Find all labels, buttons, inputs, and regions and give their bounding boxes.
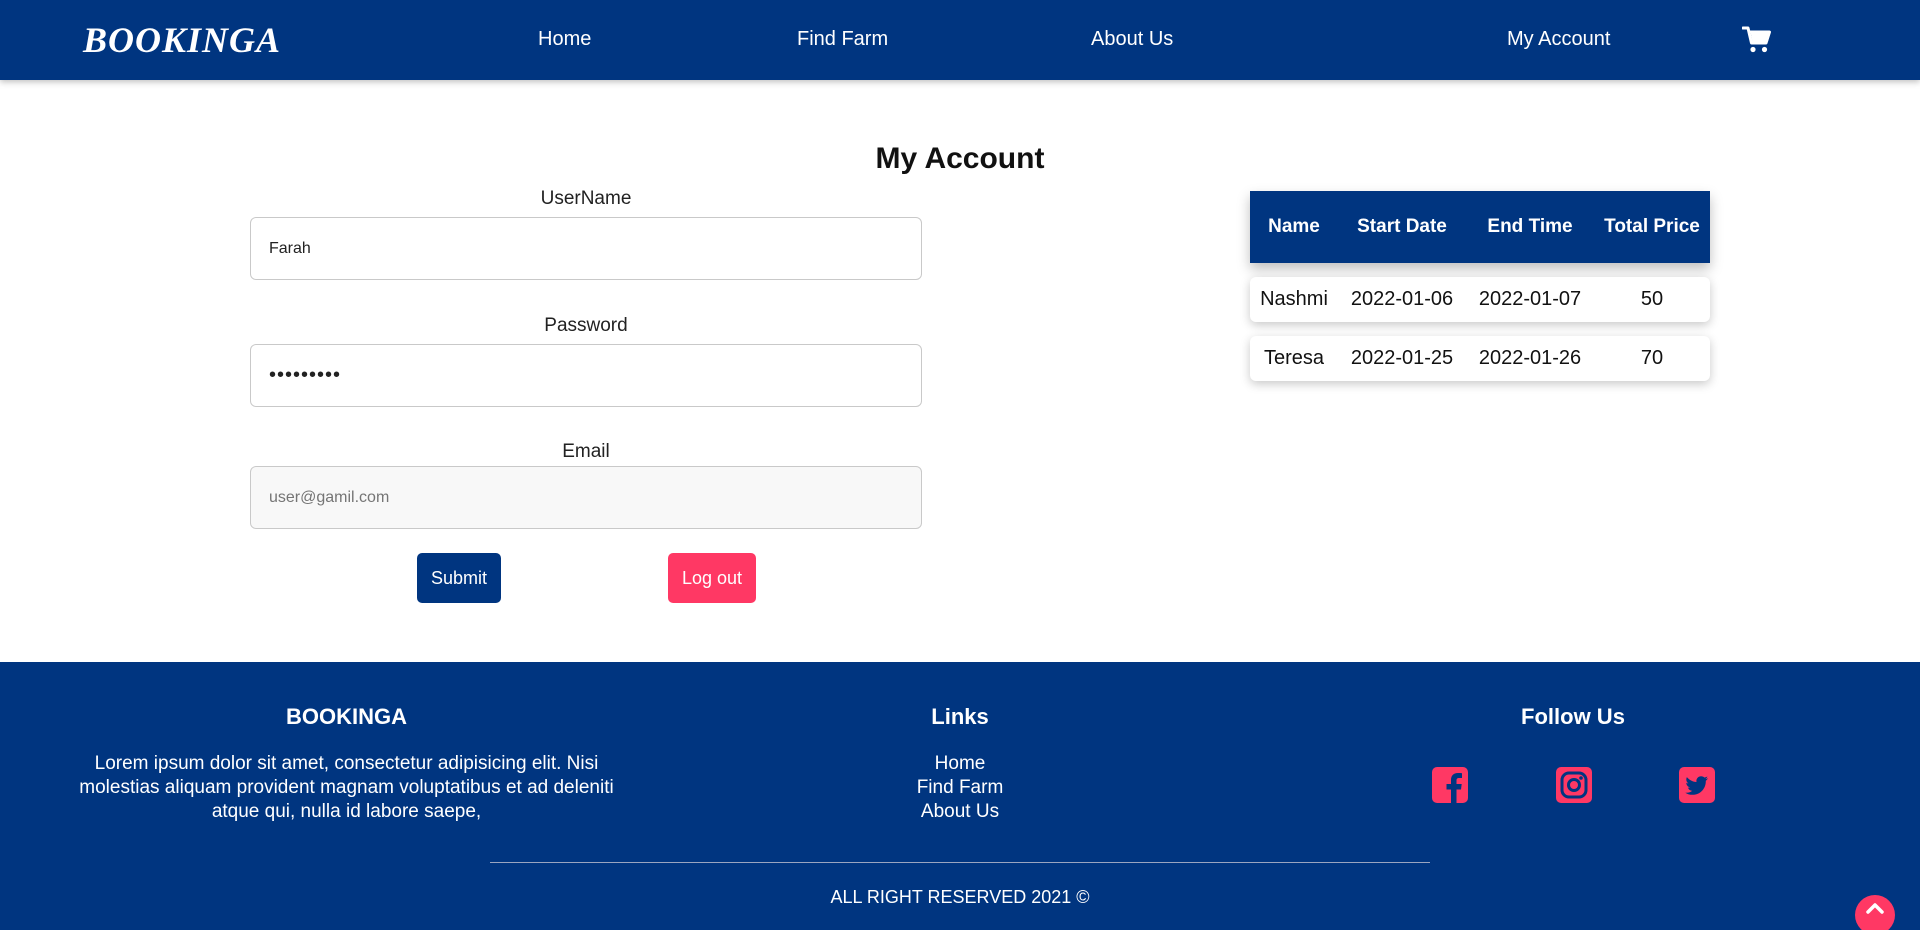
nav-link-about-us[interactable]: About Us — [1091, 28, 1173, 51]
username-label: UserName — [540, 188, 632, 209]
nav-link-my-account[interactable]: My Account — [1507, 28, 1610, 51]
footer-link-find-farm[interactable]: Find Farm — [760, 776, 1160, 800]
cell-name: Nashmi — [1260, 288, 1328, 310]
table-row: Nashmi 2022-01-06 2022-01-07 50 — [1250, 277, 1710, 322]
twitter-icon[interactable] — [1679, 767, 1715, 803]
header-end-time: End Time — [1487, 216, 1573, 237]
nav-link-home[interactable]: Home — [538, 28, 591, 51]
cell-total-price: 70 — [1640, 347, 1664, 369]
footer-links-title: Links — [931, 704, 989, 729]
cell-name: Teresa — [1263, 347, 1325, 369]
facebook-icon[interactable] — [1432, 767, 1468, 803]
header-start-date: Start Date — [1357, 216, 1447, 237]
logout-button[interactable]: Log out — [668, 553, 756, 603]
page-title: My Account — [875, 142, 1045, 175]
footer-links: Home Find Farm About Us — [760, 752, 1160, 824]
email-label: Email — [562, 441, 610, 462]
cell-start-date: 2022-01-25 — [1350, 347, 1454, 369]
username-input[interactable] — [250, 217, 922, 280]
cell-end-time: 2022-01-07 — [1478, 288, 1582, 310]
footer-follow-title: Follow Us — [1521, 704, 1625, 729]
cell-start-date: 2022-01-06 — [1350, 288, 1454, 310]
chevron-up-icon — [1866, 903, 1884, 914]
top-navbar: BOOKINGA Home Find Farm About Us My Acco… — [0, 0, 1920, 80]
header-total-price: Total Price — [1604, 216, 1700, 237]
table-row: Teresa 2022-01-25 2022-01-26 70 — [1250, 336, 1710, 381]
email-input[interactable] — [250, 466, 922, 529]
footer-divider — [490, 862, 1430, 863]
footer-link-home[interactable]: Home — [760, 752, 1160, 776]
copyright-text: ALL RIGHT RESERVED 2021 © — [830, 887, 1090, 907]
bookings-table-header: Name Start Date End Time Total Price — [1250, 191, 1710, 263]
brand-logo[interactable]: BOOKINGA — [83, 19, 281, 61]
cart-icon[interactable] — [1741, 25, 1772, 55]
cell-total-price: 50 — [1640, 288, 1664, 310]
header-name: Name — [1268, 216, 1320, 237]
footer: BOOKINGA Lorem ipsum dolor sit amet, con… — [0, 662, 1920, 930]
instagram-icon[interactable] — [1556, 767, 1592, 803]
footer-description: Lorem ipsum dolor sit amet, consectetur … — [79, 753, 614, 822]
password-label: Password — [544, 315, 628, 336]
password-input[interactable] — [250, 344, 922, 407]
cell-end-time: 2022-01-26 — [1478, 347, 1582, 369]
footer-brand-title: BOOKINGA — [286, 704, 407, 729]
scroll-to-top-button[interactable] — [1855, 895, 1895, 930]
submit-button[interactable]: Submit — [417, 553, 501, 603]
footer-link-about-us[interactable]: About Us — [760, 800, 1160, 824]
nav-link-find-farm[interactable]: Find Farm — [797, 28, 888, 51]
